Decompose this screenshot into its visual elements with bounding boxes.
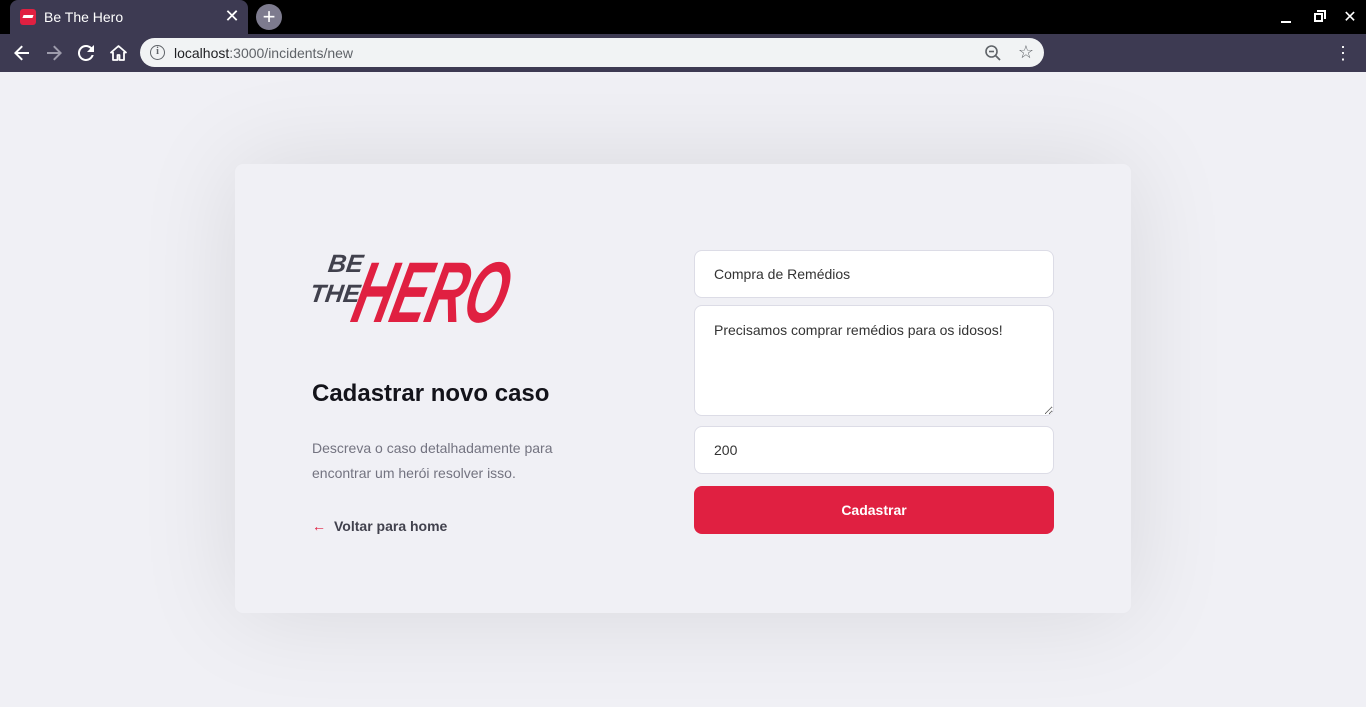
window-controls: ✕ — [1270, 0, 1366, 34]
reload-icon[interactable] — [71, 38, 101, 68]
maximize-icon[interactable] — [1302, 0, 1334, 34]
page-title: Cadastrar novo caso — [312, 380, 550, 407]
arrow-left-icon: ← — [312, 518, 326, 534]
be-the-hero-logo: BE THE HERO — [312, 245, 516, 328]
browser-menu-icon[interactable]: ⋮ — [1328, 38, 1358, 68]
url-host: localhost — [174, 45, 230, 61]
new-tab-button[interactable]: + — [256, 4, 282, 30]
new-incident-card: BE THE HERO Cadastrar novo caso Descreva… — [235, 164, 1131, 613]
page: BE THE HERO Cadastrar novo caso Descreva… — [0, 72, 1366, 707]
browser-tab[interactable]: Be The Hero ✕ — [10, 0, 248, 34]
logo-hero-text: HERO — [344, 245, 516, 328]
browser-tab-bar: Be The Hero ✕ + ✕ — [0, 0, 1366, 34]
incident-value-input[interactable] — [694, 426, 1054, 474]
tab-title: Be The Hero — [44, 9, 124, 25]
info-icon[interactable]: i — [150, 45, 165, 60]
incident-title-input[interactable] — [694, 250, 1054, 298]
address-bar[interactable]: i localhost:3000/incidents/new ☆ — [140, 38, 1044, 67]
favicon-icon — [20, 9, 36, 25]
home-icon[interactable] — [103, 38, 133, 68]
bookmark-star-icon[interactable]: ☆ — [1017, 42, 1035, 62]
incident-description-textarea[interactable]: Precisamos comprar remédios para os idos… — [694, 305, 1054, 416]
browser-toolbar: i localhost:3000/incidents/new ☆ ⋮ — [0, 34, 1366, 72]
page-description: Descreva o caso detalhadamente para enco… — [312, 440, 553, 481]
close-window-icon[interactable]: ✕ — [1334, 0, 1366, 34]
forward-icon[interactable] — [39, 38, 69, 68]
back-link-label: Voltar para home — [334, 518, 448, 534]
back-icon[interactable] — [7, 38, 37, 68]
back-to-home-link[interactable]: ← Voltar para home — [312, 518, 447, 534]
url-path: :3000/incidents/new — [229, 45, 354, 61]
close-tab-icon[interactable]: ✕ — [222, 6, 242, 26]
minimize-icon[interactable] — [1270, 0, 1302, 34]
submit-button[interactable]: Cadastrar — [694, 486, 1054, 534]
zoom-out-icon[interactable] — [984, 44, 1002, 62]
url-text[interactable]: localhost:3000/incidents/new — [174, 45, 353, 61]
